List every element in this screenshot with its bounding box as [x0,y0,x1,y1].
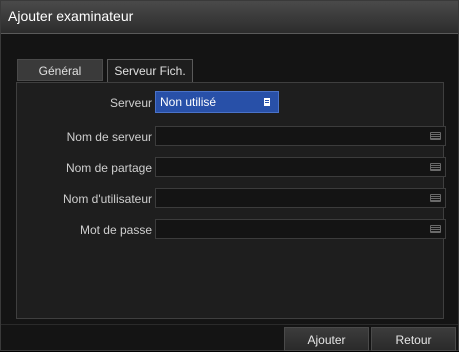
share-name-label: Nom de partage [65,161,152,175]
dialog-title: Ajouter examinateur [8,8,134,24]
username-label: Nom d'utilisateur [63,192,152,206]
password-field[interactable] [155,219,446,239]
keyboard-icon[interactable] [430,225,441,233]
server-select[interactable]: Non utilisé [155,91,279,113]
back-button[interactable]: Retour [371,327,456,351]
server-name-field[interactable] [155,126,446,146]
share-name-field[interactable] [155,157,446,177]
add-button[interactable]: Ajouter [284,327,369,351]
username-field[interactable] [155,188,446,208]
keyboard-icon[interactable] [430,194,441,202]
server-select-value: Non utilisé [160,95,217,109]
tab-general[interactable]: Général [17,59,103,81]
keyboard-icon[interactable] [430,132,441,140]
server-name-label: Nom de serveur [66,130,152,144]
list-icon [264,98,270,106]
dialog-window: Ajouter examinateur Général Serveur Fich… [0,0,459,351]
keyboard-icon[interactable] [430,163,441,171]
tab-file-server[interactable]: Serveur Fich. [107,59,193,83]
title-bar: Ajouter examinateur [1,1,458,34]
footer-divider [1,324,458,325]
password-label: Mot de passe [79,223,152,237]
server-label: Serveur [109,96,152,110]
